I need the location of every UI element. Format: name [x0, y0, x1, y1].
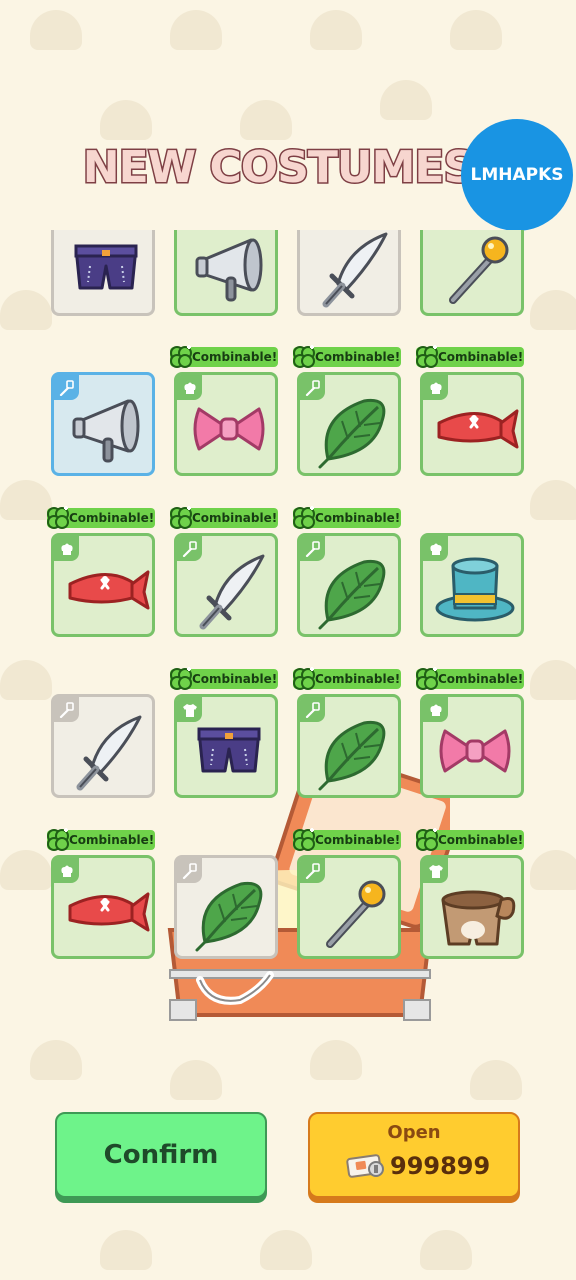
costume-card-magic-wand[interactable] [420, 230, 524, 316]
combinable-label: Combinable! [69, 833, 155, 847]
bow-icon [439, 729, 511, 773]
costume-card-bow[interactable] [420, 694, 524, 798]
bandana-icon [68, 892, 150, 932]
costume-card-shorts[interactable] [51, 230, 155, 316]
combinable-label: Combinable! [315, 511, 401, 525]
shorts-icon [74, 244, 138, 290]
leaf-icon [195, 881, 263, 952]
sword-icon [322, 232, 388, 308]
costume-card-megaphone[interactable] [51, 372, 155, 476]
megaphone-icon [195, 238, 263, 302]
clover-icon [170, 345, 192, 368]
combinable-badge: Combinable! [170, 345, 278, 368]
confirm-label: Confirm [103, 1140, 219, 1170]
combinable-badge: Combinable! [293, 345, 401, 368]
costume-card-magic-wand[interactable] [297, 855, 401, 959]
costume-card-leaf[interactable] [174, 855, 278, 959]
clover-icon [293, 667, 315, 690]
combinable-label: Combinable! [315, 833, 401, 847]
confirm-button[interactable]: Confirm [55, 1112, 267, 1198]
costume-card-sword[interactable] [174, 533, 278, 637]
costume-card-shorts[interactable] [174, 694, 278, 798]
combinable-label: Combinable! [438, 672, 524, 686]
combinable-label: Combinable! [315, 350, 401, 364]
sword-icon [76, 715, 142, 791]
combinable-label: Combinable! [192, 511, 278, 525]
combinable-label: Combinable! [438, 350, 524, 364]
combinable-badge: Combinable! [170, 667, 278, 690]
combinable-badge: Combinable! [170, 506, 278, 529]
clover-icon [47, 506, 69, 529]
costume-card-bear-tail-shorts[interactable] [420, 855, 524, 959]
bow-icon [193, 407, 265, 451]
costume-card-sword[interactable] [297, 230, 401, 316]
combinable-badge: Combinable! [47, 506, 155, 529]
clover-icon [416, 667, 438, 690]
clover-icon [293, 828, 315, 851]
bear-tail-shorts-icon [441, 890, 516, 946]
combinable-label: Combinable! [438, 833, 524, 847]
combinable-badge: Combinable! [293, 506, 401, 529]
bandana-icon [68, 570, 150, 610]
clover-icon [293, 506, 315, 529]
top-hat-icon [435, 557, 515, 622]
magic-wand-icon [449, 236, 509, 304]
costume-card-bandana[interactable] [51, 533, 155, 637]
combinable-badge: Combinable! [416, 345, 524, 368]
combinable-badge: Combinable! [47, 828, 155, 851]
costume-card-sword[interactable] [51, 694, 155, 798]
bandana-icon [437, 409, 519, 449]
costume-card-megaphone[interactable] [174, 230, 278, 316]
combinable-label: Combinable! [192, 672, 278, 686]
combinable-label: Combinable! [315, 672, 401, 686]
combinable-badge: Combinable! [293, 828, 401, 851]
open-cost: 999899 [390, 1152, 491, 1180]
leaf-icon [318, 398, 386, 469]
clover-icon [416, 345, 438, 368]
combinable-badge: Combinable! [416, 667, 524, 690]
costume-card-leaf[interactable] [297, 533, 401, 637]
costume-card-top-hat[interactable] [420, 533, 524, 637]
clover-icon [47, 828, 69, 851]
clover-icon [170, 667, 192, 690]
combinable-label: Combinable! [69, 511, 155, 525]
costume-card-bandana[interactable] [51, 855, 155, 959]
ticket-icon [346, 1154, 384, 1178]
costume-card-bow[interactable] [174, 372, 278, 476]
costume-card-bandana[interactable] [420, 372, 524, 476]
combinable-badge: Combinable! [416, 828, 524, 851]
clover-icon [170, 506, 192, 529]
watermark-badge: LMHAPKS [461, 119, 573, 231]
sword-icon [199, 554, 265, 630]
shorts-icon [197, 727, 261, 773]
leaf-icon [318, 559, 386, 630]
open-label: Open [387, 1122, 441, 1143]
costume-card-leaf[interactable] [297, 372, 401, 476]
costume-card-leaf[interactable] [297, 694, 401, 798]
magic-wand-icon [326, 880, 386, 948]
clover-icon [293, 345, 315, 368]
leaf-icon [318, 720, 386, 791]
open-button[interactable]: Open 999899 [308, 1112, 520, 1198]
clover-icon [416, 828, 438, 851]
combinable-label: Combinable! [192, 350, 278, 364]
combinable-badge: Combinable! [293, 667, 401, 690]
megaphone-icon [72, 399, 140, 463]
